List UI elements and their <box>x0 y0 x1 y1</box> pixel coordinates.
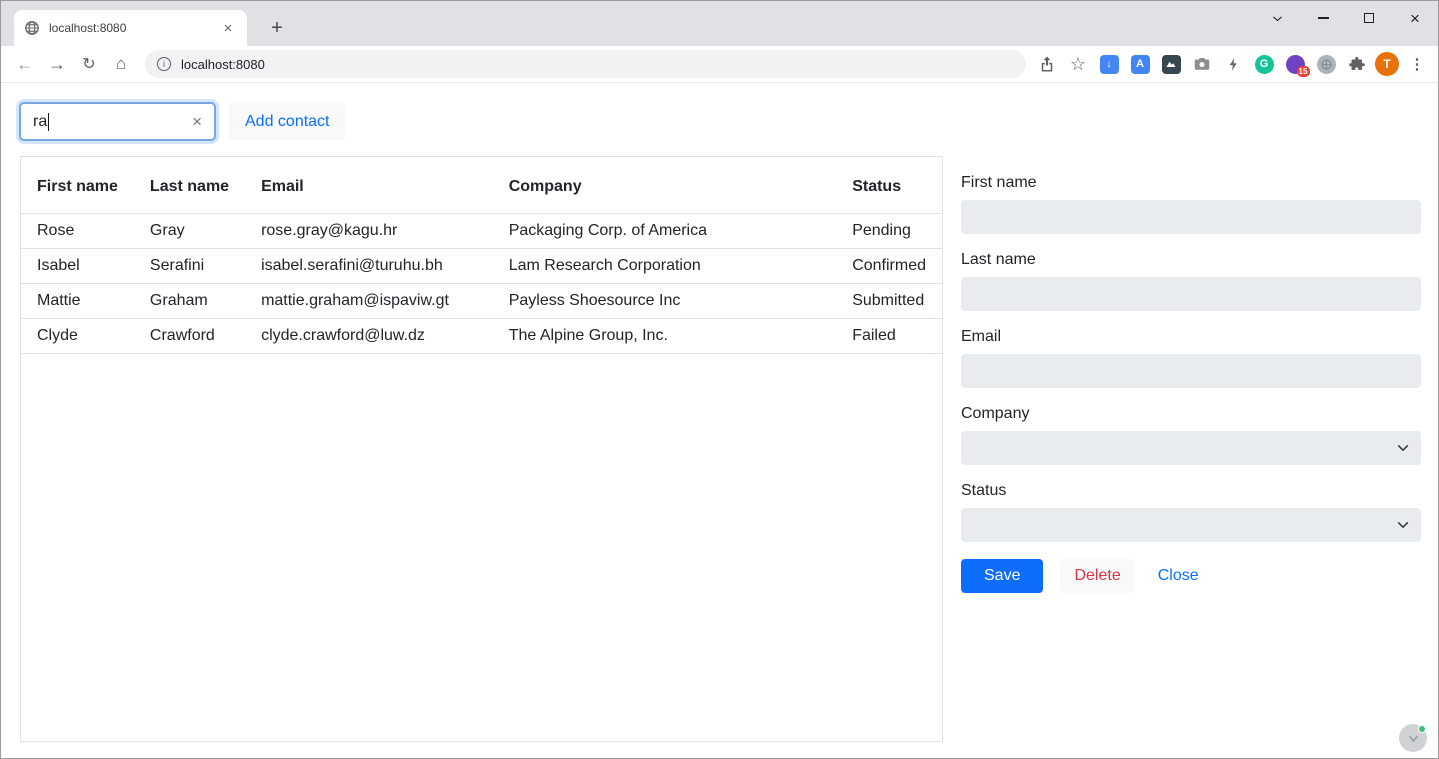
extension-badge: 15 <box>1297 66 1310 77</box>
cell-status: Submitted <box>836 284 942 319</box>
header-first-name: First name <box>21 157 134 214</box>
contacts-table: First name Last name Email Company Statu… <box>20 156 943 742</box>
cell-company: Lam Research Corporation <box>493 249 837 284</box>
company-select[interactable] <box>961 431 1421 465</box>
table-header-row: First name Last name Email Company Statu… <box>21 157 942 214</box>
forward-icon[interactable]: → <box>41 48 73 80</box>
close-button[interactable]: Close <box>1150 559 1207 593</box>
page-content: ra × Add contact First name Last name Em… <box>1 84 1438 758</box>
table-row[interactable]: Clyde Crawford clyde.crawford@luw.dz The… <box>21 319 942 354</box>
share-icon[interactable] <box>1034 51 1060 77</box>
table-row[interactable]: Rose Gray rose.gray@kagu.hr Packaging Co… <box>21 214 942 249</box>
maximize-button[interactable] <box>1346 1 1392 35</box>
maximize-icon <box>1364 13 1374 23</box>
address-text: localhost:8080 <box>181 57 265 72</box>
cell-email: isabel.serafini@turuhu.bh <box>245 249 493 284</box>
cell-email: mattie.graham@ispaviw.gt <box>245 284 493 319</box>
fab-status-dot <box>1418 725 1426 733</box>
first-name-label: First name <box>961 174 1421 192</box>
email-field[interactable] <box>961 354 1421 388</box>
devtools-fab[interactable] <box>1399 724 1427 752</box>
search-text: ra <box>33 113 47 131</box>
browser-menu-icon[interactable]: ⋮ <box>1404 51 1430 77</box>
tab-title: localhost:8080 <box>49 21 219 35</box>
table-row[interactable]: Isabel Serafini isabel.serafini@turuhu.b… <box>21 249 942 284</box>
header-last-name: Last name <box>134 157 245 214</box>
browser-tab[interactable]: localhost:8080 × <box>14 10 247 46</box>
cell-status: Pending <box>836 214 942 249</box>
email-label: Email <box>961 328 1421 346</box>
camera-icon[interactable] <box>1189 51 1215 77</box>
browser-toolbar: ← → ↻ ⌂ i localhost:8080 ☆ ↓ A <box>1 46 1438 83</box>
cell-email: rose.gray@kagu.hr <box>245 214 493 249</box>
header-email: Email <box>245 157 493 214</box>
cell-email: clyde.crawford@luw.dz <box>245 319 493 354</box>
ext-purple-icon[interactable]: 15 <box>1282 51 1308 77</box>
cell-last-name: Serafini <box>134 249 245 284</box>
new-tab-button[interactable]: + <box>263 14 291 42</box>
company-label: Company <box>961 405 1421 423</box>
cell-company: Packaging Corp. of America <box>493 214 837 249</box>
browser-window: localhost:8080 × + × ← → ↻ ⌂ i localhost… <box>0 0 1439 759</box>
bookmark-star-icon[interactable]: ☆ <box>1065 51 1091 77</box>
clear-search-icon[interactable]: × <box>192 112 202 132</box>
form-buttons: Save Delete Close <box>961 559 1421 593</box>
ext-download-icon[interactable]: ↓ <box>1096 51 1122 77</box>
header-company: Company <box>493 157 837 214</box>
search-input[interactable]: ra × <box>19 102 216 141</box>
cell-company: Payless Shoesource Inc <box>493 284 837 319</box>
toolbar-right-icons: ☆ ↓ A G 15 <box>1034 51 1430 77</box>
reload-icon[interactable]: ↻ <box>73 48 105 80</box>
status-select[interactable] <box>961 508 1421 542</box>
cell-first-name: Mattie <box>21 284 134 319</box>
header-status: Status <box>836 157 942 214</box>
window-controls: × <box>1254 1 1438 35</box>
last-name-field[interactable] <box>961 277 1421 311</box>
window-chevron-icon[interactable] <box>1254 1 1300 35</box>
ext-dark-icon[interactable] <box>1158 51 1184 77</box>
cell-first-name: Isabel <box>21 249 134 284</box>
cell-first-name: Rose <box>21 214 134 249</box>
tab-close-icon[interactable]: × <box>219 19 237 37</box>
chevron-down-icon <box>1396 441 1410 460</box>
chevron-down-icon <box>1396 518 1410 537</box>
status-label: Status <box>961 482 1421 500</box>
cell-last-name: Graham <box>134 284 245 319</box>
window-close-button[interactable]: × <box>1392 1 1438 35</box>
cell-first-name: Clyde <box>21 319 134 354</box>
cell-last-name: Gray <box>134 214 245 249</box>
globe-icon <box>24 20 40 36</box>
cell-status: Confirmed <box>836 249 942 284</box>
grammarly-icon[interactable]: G <box>1251 51 1277 77</box>
table-row[interactable]: Mattie Graham mattie.graham@ispaviw.gt P… <box>21 284 942 319</box>
contact-form: First name Last name Email Company <box>961 174 1421 593</box>
home-icon[interactable]: ⌂ <box>105 48 137 80</box>
profile-avatar[interactable]: T <box>1375 52 1399 76</box>
delete-button[interactable]: Delete <box>1060 559 1134 593</box>
cell-last-name: Crawford <box>134 319 245 354</box>
minimize-button[interactable] <box>1300 1 1346 35</box>
lightning-icon[interactable] <box>1220 51 1246 77</box>
add-contact-button[interactable]: Add contact <box>229 103 346 140</box>
first-name-field[interactable] <box>961 200 1421 234</box>
back-icon[interactable]: ← <box>9 48 41 80</box>
extensions-puzzle-icon[interactable] <box>1344 51 1370 77</box>
address-bar[interactable]: i localhost:8080 <box>145 50 1026 78</box>
tab-strip: localhost:8080 × + × <box>1 1 1438 46</box>
info-icon[interactable]: i <box>157 57 171 71</box>
text-caret <box>48 113 49 131</box>
save-button[interactable]: Save <box>961 559 1043 593</box>
cell-company: The Alpine Group, Inc. <box>493 319 837 354</box>
minimize-icon <box>1318 17 1329 18</box>
ext-translate-icon[interactable]: A <box>1127 51 1153 77</box>
cell-status: Failed <box>836 319 942 354</box>
last-name-label: Last name <box>961 251 1421 269</box>
ext-globe-gray-icon[interactable] <box>1313 51 1339 77</box>
